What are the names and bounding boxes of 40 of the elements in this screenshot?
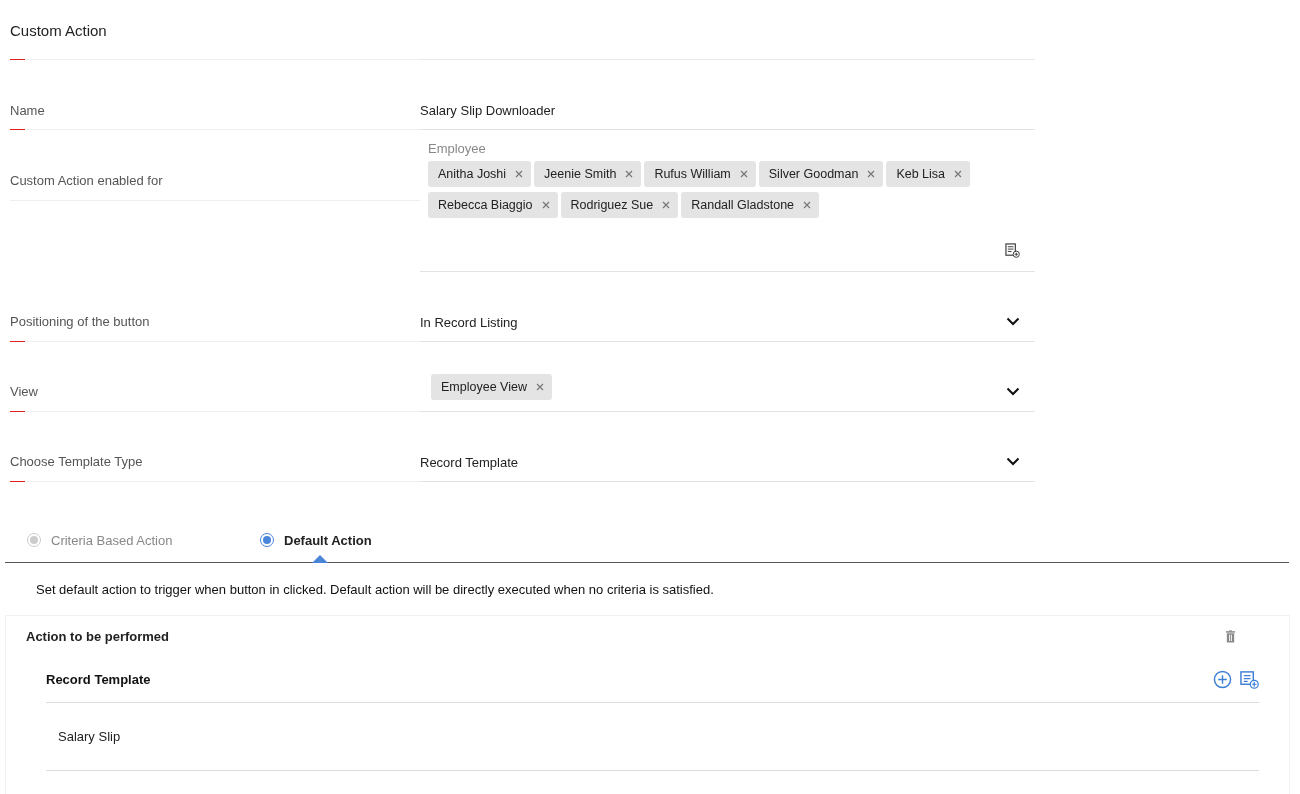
template-item[interactable]: Salary Slip [58, 729, 121, 744]
add-circle-icon[interactable] [1213, 669, 1232, 689]
field-label: Custom Action [10, 22, 108, 41]
chevron-down-icon [1006, 457, 1020, 466]
chevron-down-icon[interactable] [1006, 387, 1020, 396]
remove-icon[interactable] [803, 201, 812, 209]
remove-icon[interactable] [954, 170, 963, 178]
chevron-down-icon [1006, 317, 1020, 326]
field-label: Positioning of the button [10, 314, 151, 331]
trash-icon[interactable] [1225, 629, 1236, 643]
field-label: Name [10, 103, 46, 120]
remove-icon[interactable] [662, 201, 671, 209]
employee-tag[interactable]: Anitha Joshi [428, 161, 532, 187]
employee-tag[interactable]: Silver Goodman [758, 161, 884, 187]
field-caption: Employee [428, 141, 486, 156]
tab-pointer-icon [312, 555, 328, 563]
employee-tag[interactable]: Jeenie Smith [534, 161, 642, 187]
list-add-icon[interactable] [1240, 669, 1259, 689]
remove-icon[interactable] [739, 170, 748, 178]
card-title: Action to be performed [26, 628, 169, 644]
field-label: View [10, 384, 39, 401]
remove-icon[interactable] [535, 383, 544, 391]
field-label: Choose Template Type [10, 454, 144, 471]
section-title: Record Template [46, 671, 151, 687]
remove-icon[interactable] [515, 170, 524, 178]
remove-icon[interactable] [867, 170, 876, 178]
employee-tag[interactable]: Keb Lisa [886, 161, 971, 187]
remove-icon[interactable] [625, 170, 634, 178]
field-label: Custom Action enabled for [10, 173, 164, 190]
remove-icon[interactable] [541, 201, 550, 209]
view-tag[interactable]: Employee View [431, 374, 552, 400]
list-add-icon[interactable] [1005, 243, 1020, 258]
dropdown-field[interactable]: Record Template [420, 455, 1035, 481]
name-field[interactable]: Salary Slip Downloader [420, 103, 556, 129]
description-text: Set default action to trigger when button in clicked. Default action will be directly executed when no criteria is satisfied. [36, 582, 715, 597]
employee-tag[interactable]: Rebecca Biaggio [428, 192, 558, 218]
employee-tag[interactable]: Randall Gladstone [681, 192, 820, 218]
employee-tag[interactable]: Rufus William [644, 161, 756, 187]
dropdown-field[interactable]: In Record Listing [420, 315, 1035, 341]
employee-tag[interactable]: Rodriguez Sue [560, 192, 679, 218]
